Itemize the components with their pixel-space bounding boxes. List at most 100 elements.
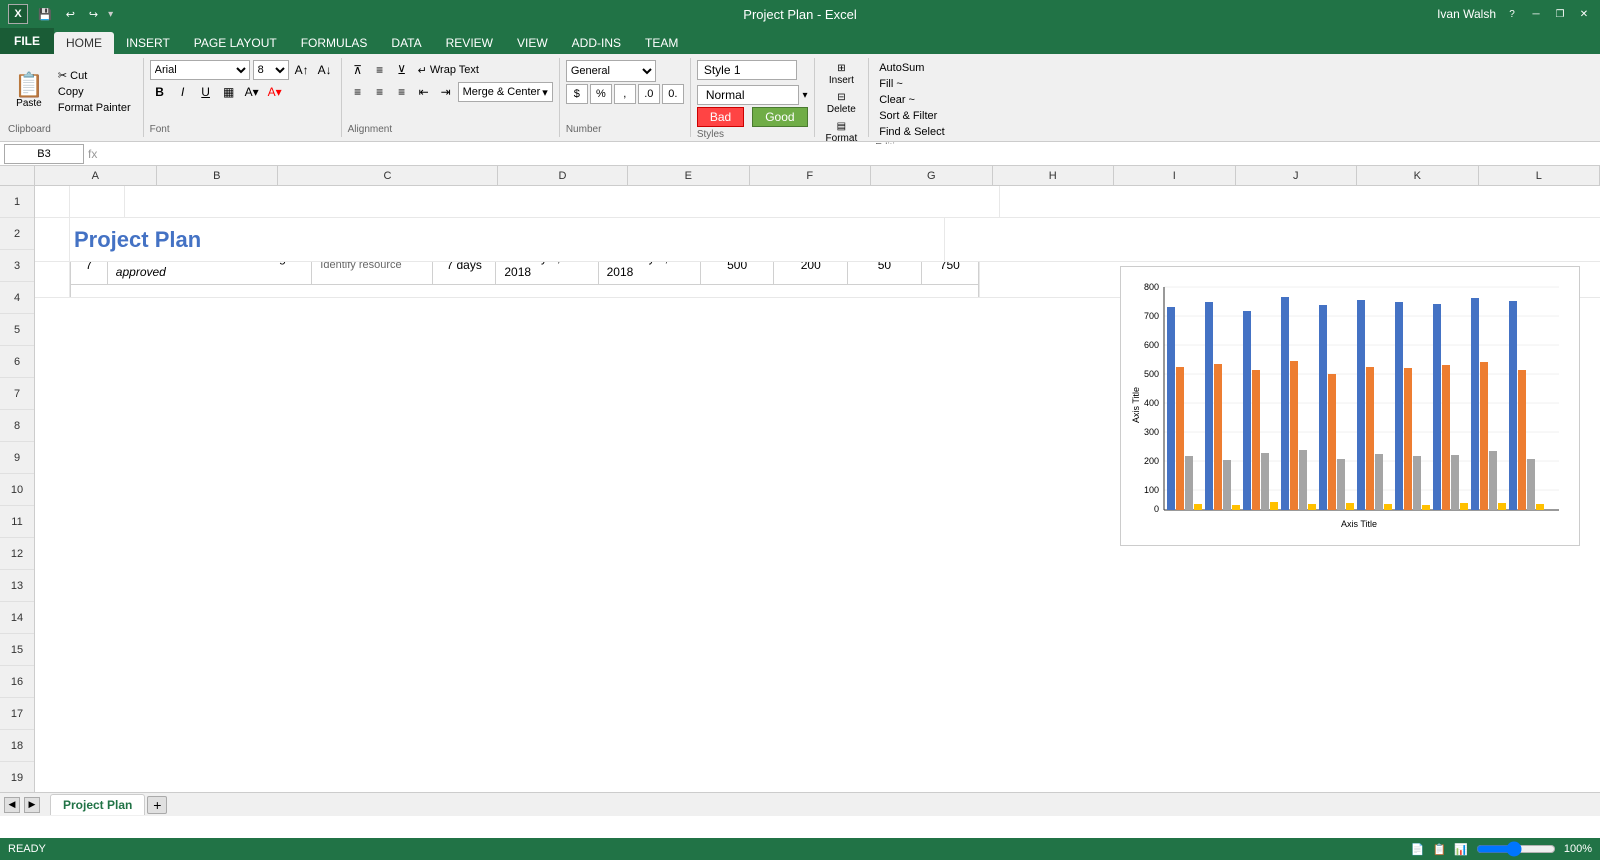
maximize-btn[interactable]: ❐ [1552, 6, 1568, 22]
cell-r1-b[interactable] [70, 186, 125, 217]
font-size-increase-btn[interactable]: A↑ [292, 60, 312, 80]
row-num-5[interactable]: 5 [0, 314, 34, 346]
col-header-k[interactable]: K [1357, 166, 1479, 185]
indent-increase-btn[interactable]: ⇥ [436, 82, 456, 102]
align-left-btn[interactable]: ≡ [348, 82, 368, 102]
comma-btn[interactable]: , [614, 84, 636, 104]
styles-dropdown-icon[interactable]: ▾ [803, 90, 808, 101]
font-name-select[interactable]: Arial [150, 60, 250, 80]
cut-button[interactable]: ✂ Cut [54, 67, 135, 84]
row-num-8[interactable]: 8 [0, 410, 34, 442]
normal-style[interactable]: Normal [697, 85, 799, 105]
view-layout-icon[interactable]: 📋 [1432, 843, 1446, 856]
row-num-18[interactable]: 18 [0, 730, 34, 762]
tab-home[interactable]: HOME [54, 32, 114, 54]
find-select-button[interactable]: Find & Select [875, 124, 948, 140]
indent-decrease-btn[interactable]: ⇤ [414, 82, 434, 102]
formula-input[interactable] [101, 144, 1596, 164]
sheet-tab-project-plan[interactable]: Project Plan [50, 794, 145, 815]
tab-insert[interactable]: INSERT [114, 32, 182, 54]
format-painter-button[interactable]: Format Painter [54, 100, 135, 116]
tab-page-layout[interactable]: PAGE LAYOUT [182, 32, 289, 54]
clear-button[interactable]: Clear ~ [875, 92, 948, 108]
cell-equip[interactable]: 200 [774, 262, 848, 285]
decimal-increase-btn[interactable]: .0 [638, 84, 660, 104]
row-num-10[interactable]: 10 [0, 474, 34, 506]
close-btn[interactable]: ✕ [1576, 6, 1592, 22]
row-num-1[interactable]: 1 [0, 186, 34, 218]
font-color-button[interactable]: A▾ [265, 82, 285, 102]
col-header-g[interactable]: G [871, 166, 993, 185]
col-header-d[interactable]: D [498, 166, 628, 185]
cell-labour[interactable]: 500 [700, 262, 774, 285]
minimize-btn[interactable]: ─ [1528, 6, 1544, 22]
tab-data[interactable]: DATA [379, 32, 433, 54]
sheet-scroll-right-btn[interactable]: ▶ [24, 797, 40, 813]
cell-r1-rest[interactable] [125, 186, 1000, 217]
row-num-19[interactable]: 19 [0, 762, 34, 794]
fill-color-button[interactable]: A▾ [242, 82, 262, 102]
cell-r2-a[interactable] [35, 218, 70, 261]
col-header-h[interactable]: H [993, 166, 1115, 185]
align-middle-btn[interactable]: ≡ [370, 60, 390, 80]
cell-id[interactable]: 7 [71, 262, 108, 285]
row-num-6[interactable]: 6 [0, 346, 34, 378]
copy-button[interactable]: Copy [54, 84, 135, 100]
cell-r1-a[interactable] [35, 186, 70, 217]
cell-r3-a[interactable] [35, 262, 70, 297]
tab-addins[interactable]: ADD-INS [560, 32, 633, 54]
help-btn[interactable]: ? [1504, 6, 1520, 22]
cell-duration[interactable]: 7 days [432, 262, 495, 285]
tab-file[interactable]: FILE [0, 28, 54, 54]
merge-center-button[interactable]: Merge & Center ▾ [458, 82, 553, 102]
insert-cell-btn[interactable]: ⊞ Insert [821, 60, 863, 89]
font-size-decrease-btn[interactable]: A↓ [315, 60, 335, 80]
percent-btn[interactable]: % [590, 84, 612, 104]
row-num-2[interactable]: 2 [0, 218, 34, 250]
cell-resource[interactable]: Identify resource [312, 262, 433, 285]
tab-team[interactable]: TEAM [633, 32, 690, 54]
align-right-btn[interactable]: ≡ [392, 82, 412, 102]
row-num-3[interactable]: 3 [0, 250, 34, 282]
delete-cell-btn[interactable]: ⊟ Delete [821, 89, 863, 118]
row-num-13[interactable]: 13 [0, 570, 34, 602]
tab-review[interactable]: REVIEW [434, 32, 505, 54]
view-break-icon[interactable]: 📊 [1454, 843, 1468, 856]
bold-button[interactable]: B [150, 82, 170, 102]
row-num-15[interactable]: 15 [0, 634, 34, 666]
view-normal-icon[interactable]: 📄 [1411, 843, 1425, 856]
italic-button[interactable]: I [173, 82, 193, 102]
wrap-text-button[interactable]: ↵ Wrap Text [414, 60, 483, 80]
good-style[interactable]: Good [752, 107, 807, 127]
fill-button[interactable]: Fill ~ [875, 76, 948, 92]
cell-task[interactable]: Business case & interim funding approved [107, 262, 312, 285]
row-num-4[interactable]: 4 [0, 282, 34, 314]
col-header-j[interactable]: J [1236, 166, 1358, 185]
row-num-11[interactable]: 11 [0, 506, 34, 538]
col-header-f[interactable]: F [750, 166, 872, 185]
tab-view[interactable]: VIEW [505, 32, 560, 54]
align-top-btn[interactable]: ⊼ [348, 60, 368, 80]
col-header-c[interactable]: C [278, 166, 498, 185]
row-num-7[interactable]: 7 [0, 378, 34, 410]
paste-button[interactable]: 📋 Paste [8, 72, 50, 111]
sort-filter-button[interactable]: Sort & Filter [875, 108, 948, 124]
autosum-button[interactable]: AutoSum [875, 60, 948, 76]
undo-btn[interactable]: ↩ [62, 6, 79, 23]
add-sheet-button[interactable]: + [147, 796, 167, 814]
row-num-9[interactable]: 9 [0, 442, 34, 474]
table-row[interactable] [71, 285, 979, 298]
col-header-i[interactable]: I [1114, 166, 1236, 185]
row-num-17[interactable]: 17 [0, 698, 34, 730]
name-box[interactable] [4, 144, 84, 164]
currency-btn[interactable]: $ [566, 84, 588, 104]
font-size-select[interactable]: 89101112 [253, 60, 289, 80]
zoom-slider[interactable] [1476, 841, 1556, 857]
sheet-scroll-left-btn[interactable]: ◀ [4, 797, 20, 813]
redo-btn[interactable]: ↪ [85, 6, 102, 23]
col-header-rest[interactable]: L [1479, 166, 1600, 185]
row-num-16[interactable]: 16 [0, 666, 34, 698]
border-button[interactable]: ▦ [219, 82, 239, 102]
quick-save-btn[interactable]: 💾 [34, 6, 56, 23]
col-header-a[interactable]: A [35, 166, 157, 185]
